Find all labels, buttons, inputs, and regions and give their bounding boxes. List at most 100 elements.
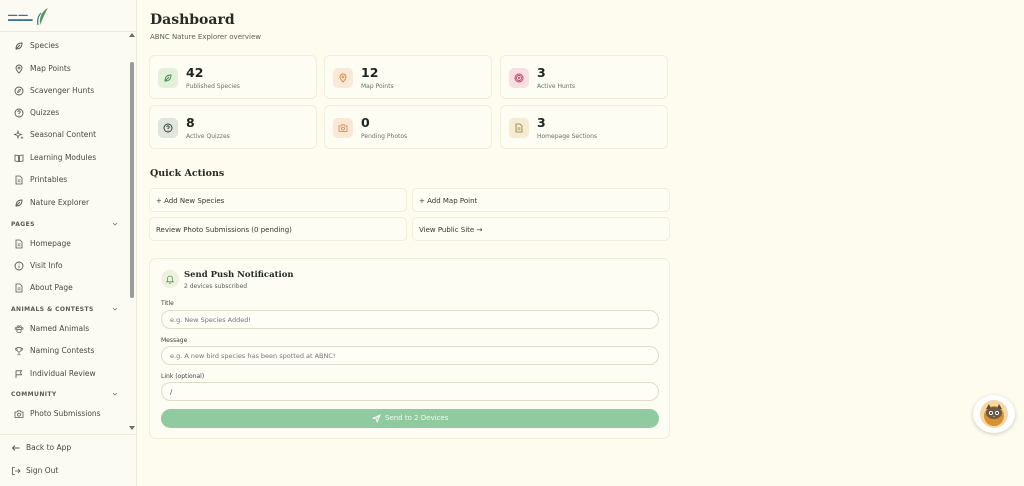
message-input[interactable]: [161, 346, 659, 365]
page-subtitle: ABNC Nature Explorer overview: [150, 33, 262, 41]
help-circle-icon: [14, 108, 24, 118]
scroll-thumb[interactable]: [130, 62, 134, 298]
sidebar-item-individual-review[interactable]: Individual Review: [0, 364, 128, 384]
sidebar-item-quizzes[interactable]: Quizzes: [0, 103, 128, 123]
sidebar-item-label: Naming Contests: [30, 346, 95, 355]
assistant-chat-button[interactable]: [973, 395, 1015, 433]
bell-icon-badge: [161, 270, 179, 288]
stat-icon-box: [509, 118, 529, 138]
stat-label: Pending Photos: [361, 133, 408, 140]
sidebar-item-scavenger-hunts[interactable]: Scavenger Hunts: [0, 81, 128, 101]
sidebar-item-species[interactable]: Species: [0, 36, 128, 56]
map-pin-icon: [339, 73, 347, 83]
scroll-down-arrow[interactable]: [129, 426, 135, 430]
stat-value: 12: [361, 65, 379, 80]
stat-card-homepage-sections: 3 Homepage Sections: [500, 105, 668, 149]
stat-value: 8: [186, 115, 195, 130]
stat-value: 42: [186, 65, 204, 80]
help-circle-icon: [163, 123, 173, 133]
stat-label: Published Species: [186, 83, 240, 90]
stat-card-species: 42 Published Species: [149, 55, 317, 99]
stat-label: Homepage Sections: [537, 133, 598, 140]
sidebar-item-label: Scavenger Hunts: [30, 86, 95, 95]
stat-value: 3: [537, 65, 546, 80]
sidebar-divider: [0, 434, 136, 435]
leaf-logo-icon: [37, 8, 48, 26]
file-text-icon: [15, 283, 23, 293]
sidebar-nav: Species Map Points Scavenger Hunts Quizz…: [0, 33, 128, 433]
scroll-up-arrow[interactable]: [129, 33, 135, 37]
add-map-point-button[interactable]: + Add Map Point: [412, 188, 670, 212]
sidebar-item-visit-info[interactable]: Visit Info: [0, 256, 128, 276]
sidebar-item-label: About Page: [30, 283, 73, 292]
stat-value: 3: [537, 115, 546, 130]
title-input[interactable]: [161, 310, 659, 329]
log-out-icon: [12, 467, 21, 475]
arrow-left-icon: [11, 445, 20, 451]
sidebar-item-label: Seasonal Content: [30, 130, 97, 139]
section-animals-header[interactable]: ANIMALS & CONTESTS: [0, 303, 128, 317]
sidebar-item-naming-contests[interactable]: Naming Contests: [0, 341, 128, 361]
leaf-icon: [15, 42, 23, 50]
chevron-down-icon: [112, 307, 118, 311]
sidebar-item-homepage[interactable]: Homepage: [0, 234, 128, 254]
sidebar-scrollbar[interactable]: [128, 33, 136, 433]
stat-card-map-points: 12 Map Points: [324, 55, 492, 99]
link-input[interactable]: [161, 382, 659, 401]
button-label: + Add Map Point: [419, 197, 478, 205]
trophy-icon: [15, 347, 23, 356]
section-community-header[interactable]: COMMUNITY: [0, 388, 128, 402]
app-logo[interactable]: ▂▂▂ ▂▂▂ ▃▃▃▃▃▃▃▃: [8, 7, 50, 27]
compass-icon: [14, 86, 24, 96]
sidebar-item-label: Learning Modules: [30, 153, 97, 162]
stat-card-photos: 0 Pending Photos: [324, 105, 492, 149]
stat-card-hunts: 3 Active Hunts: [500, 55, 668, 99]
stat-label: Map Points: [361, 83, 394, 90]
push-notification-card: Send Push Notification 2 devices subscri…: [149, 258, 670, 439]
send-notification-button[interactable]: Send to 2 Devices: [161, 409, 659, 428]
flag-icon: [15, 370, 23, 378]
sidebar-divider: [0, 31, 136, 32]
push-subtitle: 2 devices subscribed: [184, 283, 248, 290]
review-photos-button[interactable]: Review Photo Submissions (0 pending): [149, 217, 407, 241]
back-to-app-link[interactable]: Back to App: [0, 438, 137, 458]
sidebar-item-seasonal-content[interactable]: Seasonal Content: [0, 125, 128, 145]
section-title: ANIMALS & CONTESTS: [11, 306, 94, 313]
button-label: View Public Site →: [419, 226, 483, 234]
sidebar-item-about-page[interactable]: About Page: [0, 278, 128, 298]
camera-icon: [14, 410, 24, 418]
sidebar-item-named-animals[interactable]: Named Animals: [0, 319, 128, 339]
button-label: + Add New Species: [156, 197, 225, 205]
add-species-button[interactable]: + Add New Species: [149, 188, 407, 212]
send-button-label: Send to 2 Devices: [385, 414, 449, 422]
section-pages-header[interactable]: PAGES: [0, 218, 128, 232]
book-open-icon: [14, 154, 24, 162]
sidebar-item-learning-modules[interactable]: Learning Modules: [0, 148, 128, 168]
leaf-icon: [15, 199, 23, 207]
sidebar-item-photo-submissions[interactable]: Photo Submissions: [0, 404, 128, 424]
button-label: Review Photo Submissions (0 pending): [156, 226, 292, 234]
sidebar-item-label: Species: [30, 41, 59, 50]
section-title: COMMUNITY: [11, 391, 57, 398]
sidebar-item-label: Printables: [30, 175, 68, 184]
push-title: Send Push Notification: [184, 270, 294, 280]
stat-card-quizzes: 8 Active Quizzes: [149, 105, 317, 149]
file-icon: [15, 239, 23, 249]
info-icon: [14, 261, 24, 271]
sidebar-item-map-points[interactable]: Map Points: [0, 59, 128, 79]
paw-icon: [14, 325, 24, 334]
stat-icon-box: [509, 68, 529, 88]
stat-icon-box: [333, 68, 353, 88]
sign-out-link[interactable]: Sign Out: [0, 461, 137, 481]
stat-icon-box: [333, 118, 353, 138]
sidebar-item-label: Homepage: [30, 239, 71, 248]
stat-label: Active Hunts: [537, 83, 576, 90]
camera-icon: [338, 124, 348, 132]
mascot-avatar-icon: [980, 400, 1008, 428]
sidebar-item-printables[interactable]: Printables: [0, 170, 128, 190]
sidebar-item-label: Quizzes: [30, 108, 60, 117]
sidebar-item-nature-explorer[interactable]: Nature Explorer: [0, 193, 128, 213]
view-public-site-button[interactable]: View Public Site →: [412, 217, 670, 241]
main-content: Dashboard ABNC Nature Explorer overview …: [137, 0, 1024, 486]
stat-label: Active Quizzes: [186, 133, 230, 140]
